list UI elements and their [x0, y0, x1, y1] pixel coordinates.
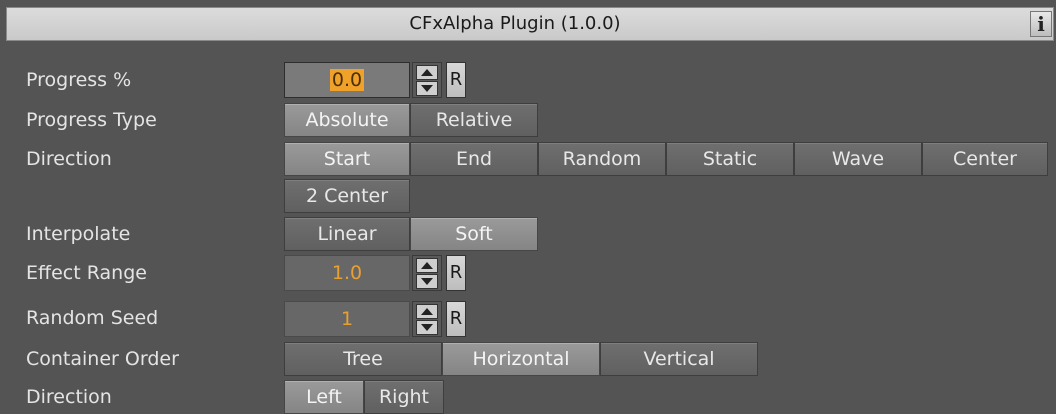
progress-type-label: Progress Type [26, 109, 157, 131]
direction-random-button[interactable]: Random [538, 142, 666, 176]
decrement-arrow-icon[interactable] [416, 81, 438, 96]
title-bar: CFxAlpha Plugin (1.0.0) i [6, 7, 1054, 41]
interpolate-label: Interpolate [26, 223, 131, 245]
direction-right-button[interactable]: Right [364, 380, 444, 414]
progress-reset-button[interactable]: R [446, 62, 466, 98]
container-order-vertical-button[interactable]: Vertical [600, 342, 758, 376]
direction-label: Direction [26, 148, 112, 170]
direction-static-button[interactable]: Static [666, 142, 794, 176]
direction-end-button[interactable]: End [410, 142, 538, 176]
progress-value: 0.0 [329, 69, 365, 91]
plugin-title: CFxAlpha Plugin (1.0.0) [409, 13, 621, 34]
direction-wave-button[interactable]: Wave [794, 142, 922, 176]
direction2-label: Direction [26, 386, 112, 408]
random-seed-reset-button[interactable]: R [446, 301, 466, 337]
container-order-tree-button[interactable]: Tree [284, 342, 442, 376]
decrement-arrow-icon[interactable] [416, 320, 438, 335]
progress-label: Progress % [26, 69, 132, 91]
increment-arrow-icon[interactable] [416, 65, 438, 80]
random-seed-spinner[interactable] [412, 301, 442, 337]
increment-arrow-icon[interactable] [416, 258, 438, 273]
increment-arrow-icon[interactable] [416, 304, 438, 319]
random-seed-field[interactable]: 1 [284, 301, 410, 337]
info-icon[interactable]: i [1030, 11, 1052, 37]
container-order-horizontal-button[interactable]: Horizontal [442, 342, 600, 376]
decrement-arrow-icon[interactable] [416, 274, 438, 289]
direction-center-button[interactable]: Center [922, 142, 1048, 176]
direction-start-button[interactable]: Start [284, 142, 410, 176]
progress-field[interactable]: 0.0 [284, 62, 410, 98]
interpolate-linear-button[interactable]: Linear [284, 217, 410, 251]
effect-range-field[interactable]: 1.0 [284, 255, 410, 291]
interpolate-soft-button[interactable]: Soft [410, 217, 538, 251]
direction-left-button[interactable]: Left [284, 380, 364, 414]
container-order-label: Container Order [26, 348, 179, 370]
direction-2center-button[interactable]: 2 Center [284, 179, 410, 213]
relative-button[interactable]: Relative [410, 103, 538, 137]
effect-range-spinner[interactable] [412, 255, 442, 291]
effect-range-label: Effect Range [26, 262, 147, 284]
progress-spinner[interactable] [412, 62, 442, 98]
effect-range-reset-button[interactable]: R [446, 255, 466, 291]
absolute-button[interactable]: Absolute [284, 103, 410, 137]
random-seed-label: Random Seed [26, 307, 159, 329]
